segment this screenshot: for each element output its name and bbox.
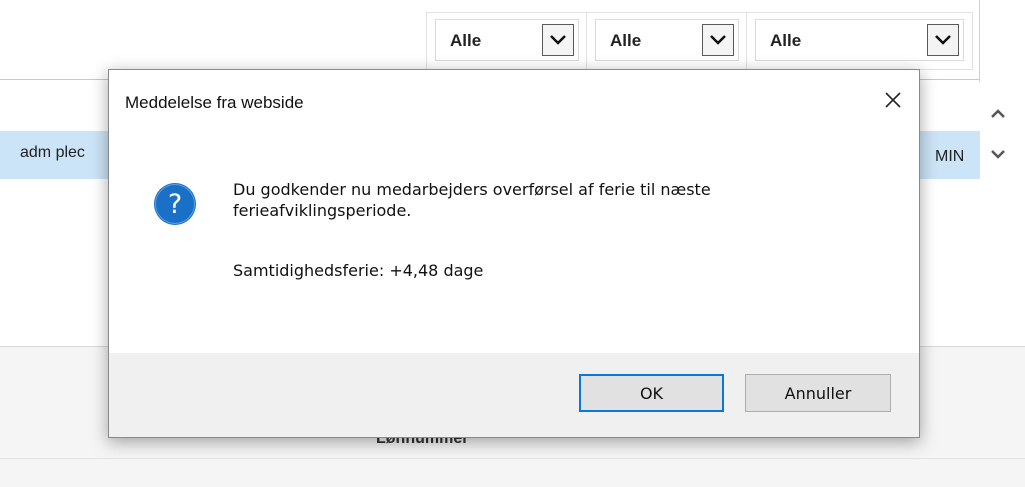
filter-dropdown-3[interactable]: Alle	[746, 12, 973, 70]
scroll-down-icon[interactable]	[985, 141, 1011, 167]
ok-button[interactable]: OK	[579, 374, 724, 412]
filter-value-3: Alle	[770, 31, 802, 50]
filter-dropdown-1[interactable]: Alle	[426, 12, 588, 70]
lower-divider-2	[0, 458, 1025, 459]
close-icon[interactable]	[877, 84, 909, 116]
chevron-down-icon[interactable]	[542, 24, 574, 56]
row-cell-left: adm plec	[20, 144, 85, 161]
message-dialog: Meddelelse fra webside ? Du godkender nu…	[108, 69, 920, 438]
question-icon: ?	[154, 183, 196, 225]
row-cell-right: MIN	[935, 148, 965, 165]
filter-dropdown-2[interactable]: Alle	[586, 12, 748, 70]
scroll-up-icon[interactable]	[985, 101, 1011, 127]
cancel-button[interactable]: Annuller	[745, 374, 891, 412]
dialog-detail: Samtidighedsferie: +4,48 dage	[233, 261, 484, 280]
chevron-down-icon[interactable]	[702, 24, 734, 56]
svg-text:?: ?	[168, 189, 182, 220]
filter-select-1[interactable]: Alle	[435, 19, 579, 61]
filter-value-1: Alle	[450, 31, 482, 50]
dialog-title: Meddelelse fra webside	[125, 93, 304, 112]
chevron-down-icon[interactable]	[927, 24, 959, 56]
filter-select-3[interactable]: Alle	[755, 19, 964, 61]
header-right-divider	[979, 0, 980, 82]
filter-value-2: Alle	[610, 31, 642, 50]
filter-select-2[interactable]: Alle	[595, 19, 739, 61]
dialog-message: Du godkender nu medarbejders overførsel …	[233, 180, 711, 220]
